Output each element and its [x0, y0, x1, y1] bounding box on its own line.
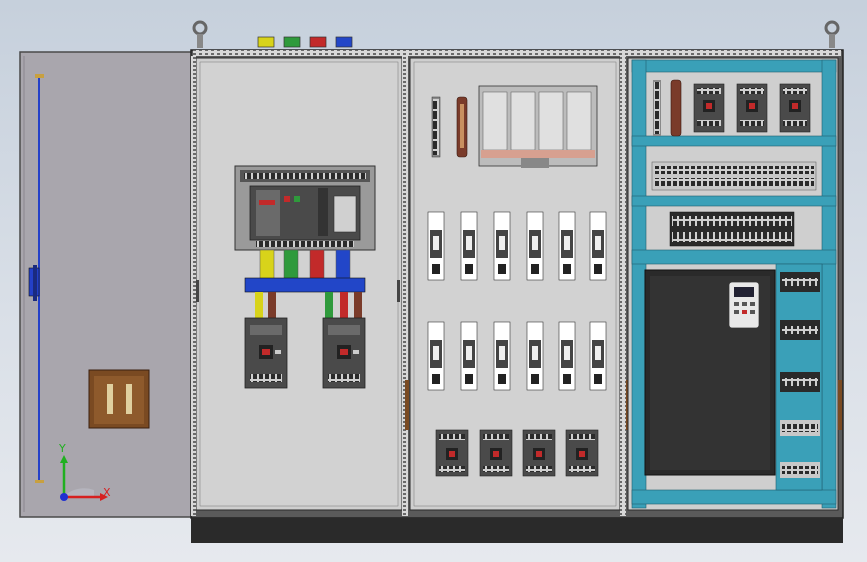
mccb-right	[322, 317, 366, 389]
air-circuit-breaker	[234, 165, 376, 251]
phase-tags	[257, 36, 353, 48]
mccb-left	[244, 317, 288, 389]
switch-fuse-unit	[478, 85, 598, 168]
section-distribution	[405, 56, 630, 516]
mini-breaker-1	[693, 83, 725, 133]
variable-frequency-drive	[644, 269, 776, 476]
door-handle-icon[interactable]	[28, 265, 40, 301]
axis-y-label: Y	[59, 442, 66, 455]
cabinet-plinth	[191, 518, 843, 543]
top-rail	[193, 50, 841, 56]
cabinet-3d-model	[19, 20, 844, 543]
section-incomer	[191, 56, 408, 516]
lifting-eye-left	[192, 20, 208, 48]
mini-breaker-3	[779, 83, 811, 133]
cad-viewport[interactable]: X Y	[0, 0, 867, 562]
lifting-eye-right	[824, 20, 840, 48]
axis-x-label: X	[103, 486, 111, 499]
section-control	[627, 57, 842, 511]
mini-breaker-2	[736, 83, 768, 133]
lock-box-icon	[88, 369, 150, 429]
cabinet-door[interactable]	[19, 51, 193, 518]
